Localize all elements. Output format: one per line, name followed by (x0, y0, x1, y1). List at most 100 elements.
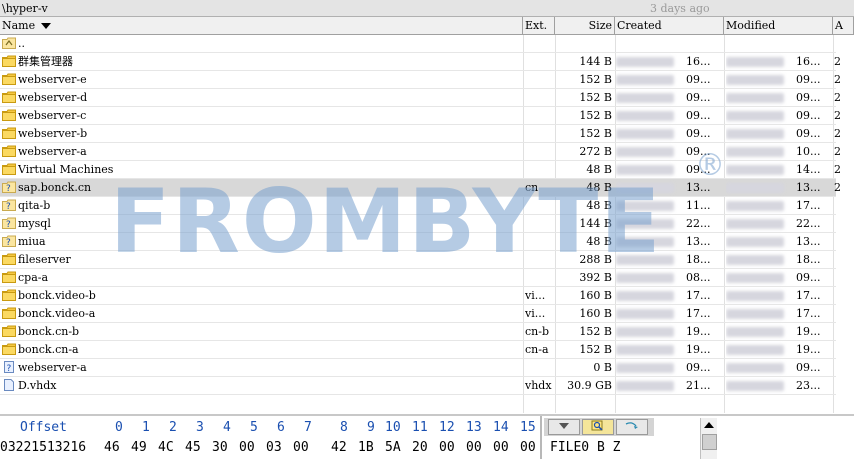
hex-byte[interactable]: 5A (385, 440, 401, 455)
file-row[interactable]: webserver-e 152 B 09... 09... 2 (0, 71, 841, 89)
redacted-date (616, 129, 674, 139)
file-row[interactable]: webserver-b 152 B 09... 09... 2 (0, 125, 841, 143)
folder-icon (2, 325, 16, 337)
column-attr-header[interactable]: A (833, 17, 854, 34)
dropdown-button[interactable] (548, 419, 580, 435)
hex-byte[interactable]: 46 (104, 440, 120, 455)
file-row[interactable]: ? sap.bonck.cn cn 48 B 13... 13... 2 (0, 179, 841, 197)
file-row[interactable]: bonck.cn-b cn-b 152 B 19... 19... (0, 323, 836, 341)
hex-byte[interactable]: 00 (520, 440, 536, 455)
redacted-date (616, 237, 674, 247)
file-created: 09... (616, 107, 722, 124)
created-time: 17... (686, 289, 711, 302)
modified-time: 19... (796, 343, 821, 356)
file-row[interactable]: bonck.video-b vi... 160 B 17... 17... (0, 287, 836, 305)
column-size-header[interactable]: Size (555, 17, 615, 34)
file-created: 08... (616, 269, 722, 286)
redacted-date (726, 309, 784, 319)
file-row[interactable]: 群集管理器 144 B 16... 16... 2 (0, 53, 841, 71)
file-ext (525, 359, 555, 376)
file-row[interactable]: webserver-d 152 B 09... 09... 2 (0, 89, 841, 107)
modified-time: 19... (796, 325, 821, 338)
column-modified-header[interactable]: Modified (724, 17, 833, 34)
file-row[interactable]: bonck.cn-a cn-a 152 B 19... 19... (0, 341, 836, 359)
path-modified-ago: 3 days ago (650, 2, 710, 15)
file-row[interactable]: ? miua 48 B 13... 13... (0, 233, 836, 251)
hex-column-number: 5 (250, 420, 258, 435)
created-time: 09... (686, 91, 711, 104)
column-ext-header[interactable]: Ext. (523, 17, 555, 34)
hex-byte[interactable]: 00 (466, 440, 482, 455)
file-modified: 09... (726, 125, 830, 142)
file-name: webserver-b (18, 127, 88, 140)
file-ext (525, 107, 555, 124)
file-attr: 2 (834, 145, 841, 158)
folder-icon (2, 127, 16, 139)
hex-byte[interactable]: 00 (439, 440, 455, 455)
file-row[interactable]: D.vhdx vhdx 30.9 GB 21... 23... (0, 377, 836, 395)
hex-byte[interactable]: 30 (212, 440, 228, 455)
file-row[interactable]: ? qita-b 48 B 11... 17... (0, 197, 836, 215)
file-name: sap.bonck.cn (18, 181, 92, 194)
jump-button[interactable] (616, 419, 648, 435)
hex-byte[interactable]: 20 (412, 440, 428, 455)
hex-byte[interactable]: 00 (293, 440, 309, 455)
file-attr (834, 233, 844, 250)
file-ext (525, 161, 555, 178)
modified-time: 17... (796, 289, 821, 302)
scroll-up-icon (704, 422, 714, 428)
file-row[interactable]: bonck.video-a vi... 160 B 17... 17... (0, 305, 836, 323)
hex-byte[interactable]: 45 (185, 440, 201, 455)
file-attr (834, 35, 844, 52)
hex-byte[interactable]: 00 (493, 440, 509, 455)
file-name: bonck.video-a (18, 307, 96, 320)
redacted-date (616, 57, 674, 67)
created-time: 09... (686, 145, 711, 158)
file-modified: 09... (726, 269, 830, 286)
file-modified: 17... (726, 305, 830, 322)
redacted-date (616, 183, 674, 193)
modified-time: 18... (796, 253, 821, 266)
file-size: 48 B (586, 181, 612, 194)
file-row[interactable]: webserver-a 272 B 09... 10... 2 (0, 143, 841, 161)
file-name: webserver-a (18, 145, 87, 158)
file-name: .. (18, 37, 25, 50)
file-row[interactable]: cpa-a 392 B 08... 09... (0, 269, 836, 287)
file-modified: 09... (726, 359, 830, 376)
file-row[interactable]: ? webserver-a 0 B 09... 09... (0, 359, 836, 377)
column-name-header[interactable]: Name (0, 17, 523, 34)
scroll-thumb[interactable] (702, 434, 717, 450)
modified-time: 23... (796, 379, 821, 392)
file-name: 群集管理器 (18, 55, 73, 68)
file-row[interactable]: Virtual Machines 48 B 09... 14... 2 (0, 161, 841, 179)
svg-text:?: ? (7, 364, 12, 373)
file-size: 160 B (579, 307, 612, 320)
hex-byte[interactable]: 49 (131, 440, 147, 455)
hex-byte[interactable]: 03 (266, 440, 282, 455)
hex-column-number: 2 (169, 420, 177, 435)
file-row[interactable]: webserver-c 152 B 09... 09... 2 (0, 107, 841, 125)
file-created: 16... (616, 53, 722, 70)
hex-byte[interactable]: 4C (158, 440, 174, 455)
file-size: 160 B (579, 289, 612, 302)
hex-row[interactable]: 03221513216 FILE0 B Z 46 49 4C 45 30 00 03 00 42… (0, 440, 700, 456)
hex-byte[interactable]: 42 (331, 440, 347, 455)
unknown-folder-icon: ? (2, 217, 16, 230)
hex-byte[interactable]: 00 (239, 440, 255, 455)
created-time: 09... (686, 163, 711, 176)
file-row[interactable]: ? mysql 144 B 22... 22... (0, 215, 836, 233)
column-created-header[interactable]: Created (615, 17, 724, 34)
file-attr: 2 (834, 91, 841, 104)
folder-icon (2, 343, 16, 355)
redacted-date (726, 327, 784, 337)
unknown-file-icon: ? (2, 361, 16, 374)
file-created: 18... (616, 251, 722, 268)
column-header: Name Ext. Size Created Modified A (0, 17, 854, 35)
file-row[interactable]: .. (0, 35, 836, 53)
created-time: 19... (686, 325, 711, 338)
hex-scrollbar[interactable] (700, 418, 717, 459)
redacted-date (616, 75, 674, 85)
search-button[interactable] (582, 419, 614, 435)
hex-byte[interactable]: 1B (358, 440, 374, 455)
file-row[interactable]: fileserver 288 B 18... 18... (0, 251, 836, 269)
